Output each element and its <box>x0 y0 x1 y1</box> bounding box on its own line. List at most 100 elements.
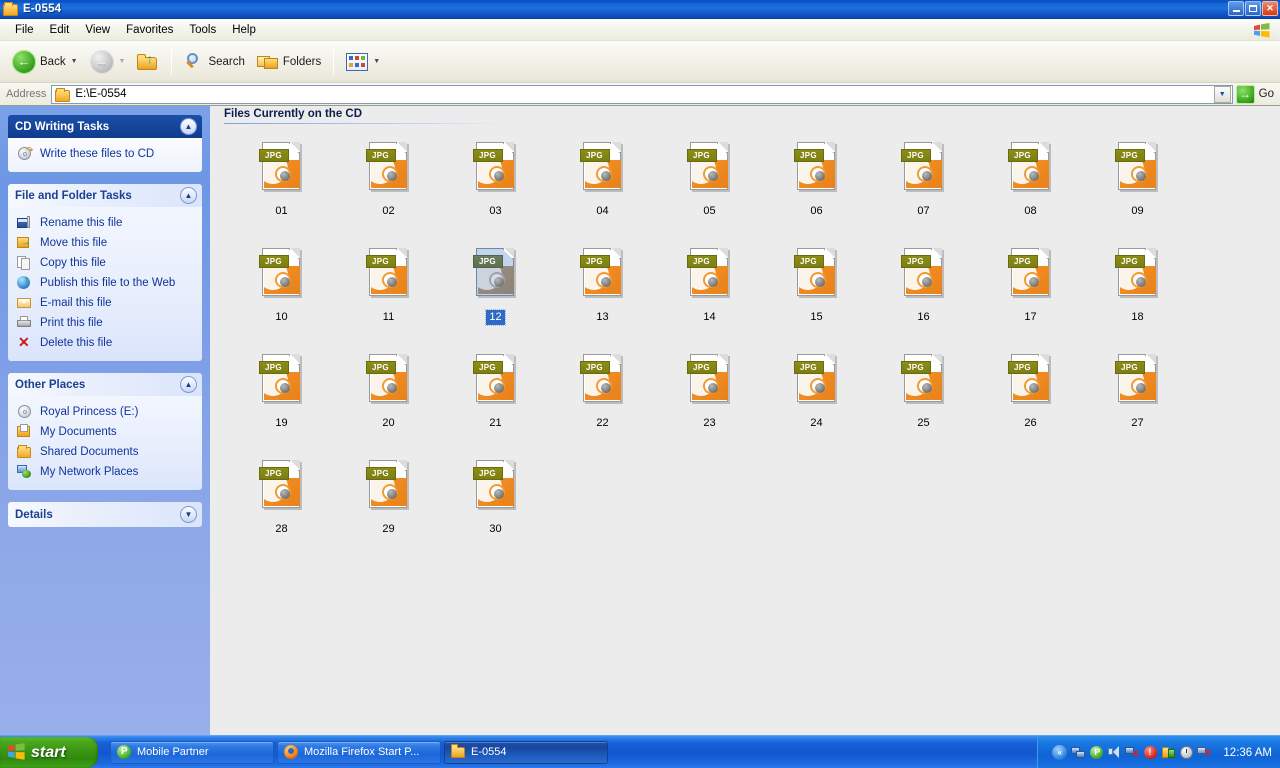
chevron-down-icon-views[interactable]: ▼ <box>373 58 380 65</box>
taskbar-task[interactable]: Mozilla Firefox Start P... <box>277 740 441 764</box>
file-item[interactable]: JPG 01 <box>228 134 335 240</box>
views-button[interactable]: ▼ <box>340 45 386 79</box>
file-item[interactable]: JPG 10 <box>228 240 335 346</box>
back-button[interactable]: ← Back ▼ <box>6 45 84 79</box>
chevron-up-icon[interactable]: ▲ <box>180 118 197 135</box>
file-item[interactable]: JPG 14 <box>656 240 763 346</box>
forward-arrow-icon: → <box>89 49 114 74</box>
file-item[interactable]: JPG 18 <box>1084 240 1191 346</box>
file-item[interactable]: JPG 26 <box>977 346 1084 452</box>
file-item[interactable]: JPG 06 <box>763 134 870 240</box>
sidebar-item-email-this-file[interactable]: E-mail this file <box>17 293 197 313</box>
minimize-button[interactable] <box>1228 1 1244 16</box>
title-bar: E-0554 ✕ <box>0 0 1280 19</box>
chevron-down-icon-details[interactable]: ▼ <box>180 506 197 523</box>
address-input[interactable]: E:\E-0554 ▼ <box>51 84 1233 104</box>
file-item[interactable]: JPG 02 <box>335 134 442 240</box>
taskbar-clock[interactable]: 12:36 AM <box>1223 747 1272 759</box>
file-name-label: 08 <box>1024 205 1037 217</box>
file-item[interactable]: JPG 19 <box>228 346 335 452</box>
file-item[interactable]: JPG 15 <box>763 240 870 346</box>
taskbar-task[interactable]: E-0554 <box>444 740 608 764</box>
sidebar-item-delete-this-file[interactable]: ✕ Delete this file <box>17 333 197 353</box>
jpg-file-icon: JPG <box>258 354 305 410</box>
file-item[interactable]: JPG 22 <box>549 346 656 452</box>
file-item[interactable]: JPG 29 <box>335 452 442 558</box>
sidebar-item-move-this-file[interactable]: → Move this file <box>17 233 197 253</box>
menu-item-edit[interactable]: Edit <box>42 22 78 38</box>
file-item[interactable]: JPG 30 <box>442 452 549 558</box>
forward-button[interactable]: → ▼ <box>84 45 132 79</box>
go-button[interactable]: → Go <box>1233 84 1280 104</box>
move-icon: → <box>17 235 33 251</box>
folders-button[interactable]: Folders <box>251 45 327 79</box>
chevron-down-icon[interactable]: ▼ <box>71 58 78 65</box>
volume-icon[interactable] <box>1107 745 1122 760</box>
file-name-label: 09 <box>1131 205 1144 217</box>
sidebar-item-rename-this-file[interactable]: Rename this file <box>17 213 197 233</box>
file-item[interactable]: JPG 20 <box>335 346 442 452</box>
panel-header-details[interactable]: Details ▼ <box>8 502 202 527</box>
chevron-down-icon-forward[interactable]: ▼ <box>119 58 126 65</box>
menu-item-help[interactable]: Help <box>224 22 264 38</box>
file-item[interactable]: JPG 04 <box>549 134 656 240</box>
close-icon: ✕ <box>1266 3 1274 13</box>
file-item[interactable]: JPG 16 <box>870 240 977 346</box>
sidebar-item-label: My Network Places <box>40 466 139 478</box>
network-disconnected-icon[interactable]: ✕ <box>1125 745 1140 760</box>
sidebar-item-royal-princess-e[interactable]: Royal Princess (E:) <box>17 402 197 422</box>
close-button[interactable]: ✕ <box>1262 1 1278 16</box>
file-item[interactable]: JPG 05 <box>656 134 763 240</box>
file-item[interactable]: JPG 17 <box>977 240 1084 346</box>
panel-header-other-places[interactable]: Other Places ▲ <box>8 373 202 396</box>
maximize-button[interactable] <box>1245 1 1261 16</box>
file-item[interactable]: JPG 09 <box>1084 134 1191 240</box>
network-connections-icon[interactable] <box>1071 745 1086 760</box>
sidebar-item-copy-this-file[interactable]: Copy this file <box>17 253 197 273</box>
start-button[interactable]: start <box>0 737 98 768</box>
sidebar-item-print-this-file[interactable]: Print this file <box>17 313 197 333</box>
up-button[interactable]: ↑ <box>131 45 165 79</box>
file-item[interactable]: JPG 12 <box>442 240 549 346</box>
file-item[interactable]: JPG 11 <box>335 240 442 346</box>
sidebar-item-write-files-to-cd[interactable]: ↷ Write these files to CD <box>17 144 197 164</box>
security-alert-icon[interactable]: ! <box>1143 745 1158 760</box>
clock-tray-icon[interactable] <box>1179 745 1194 760</box>
file-item[interactable]: JPG 08 <box>977 134 1084 240</box>
mobile-partner-tray-icon[interactable]: P <box>1089 745 1104 760</box>
file-item[interactable]: JPG 23 <box>656 346 763 452</box>
menu-item-view[interactable]: View <box>77 22 118 38</box>
panel-header-cd-writing-tasks[interactable]: CD Writing Tasks ▲ <box>8 115 202 138</box>
file-item[interactable]: JPG 28 <box>228 452 335 558</box>
tray-expand-icon[interactable]: « <box>1052 745 1068 760</box>
menu-item-file[interactable]: File <box>7 22 42 38</box>
sidebar-item-publish-file-to-web[interactable]: ↑ Publish this file to the Web <box>17 273 197 293</box>
panel-header-file-and-folder-tasks[interactable]: File and Folder Tasks ▲ <box>8 184 202 207</box>
sidebar-item-my-documents[interactable]: My Documents <box>17 422 197 442</box>
file-list-view[interactable]: Files Currently on the CD JPG 01 JPG 02 JPG 0… <box>210 106 1280 735</box>
file-item[interactable]: JPG 27 <box>1084 346 1191 452</box>
update-icon[interactable] <box>1161 745 1176 760</box>
file-item[interactable]: JPG 25 <box>870 346 977 452</box>
search-button[interactable]: Search <box>178 45 250 79</box>
file-item[interactable]: JPG 07 <box>870 134 977 240</box>
file-item[interactable]: JPG 24 <box>763 346 870 452</box>
chevron-up-icon[interactable]: ▲ <box>180 187 197 204</box>
sidebar-item-shared-documents[interactable]: Shared Documents <box>17 442 197 462</box>
address-dropdown-button[interactable]: ▼ <box>1213 85 1231 103</box>
file-item[interactable]: JPG 21 <box>442 346 549 452</box>
jpg-file-icon: JPG <box>900 142 947 198</box>
file-item[interactable]: JPG 03 <box>442 134 549 240</box>
chevron-up-icon[interactable]: ▲ <box>180 376 197 393</box>
file-item[interactable]: JPG 13 <box>549 240 656 346</box>
file-name-label: 21 <box>489 417 502 429</box>
sidebar-item-my-network-places[interactable]: My Network Places <box>17 462 197 482</box>
menu-item-tools[interactable]: Tools <box>181 22 224 38</box>
network-error-icon[interactable]: ✕ <box>1197 745 1212 760</box>
back-label: Back <box>40 55 66 68</box>
file-name-label: 11 <box>382 311 395 323</box>
jpg-badge: JPG <box>365 149 396 162</box>
taskbar-task[interactable]: P Mobile Partner <box>110 740 274 764</box>
menu-item-favorites[interactable]: Favorites <box>118 22 181 38</box>
file-name-label: 17 <box>1024 311 1037 323</box>
